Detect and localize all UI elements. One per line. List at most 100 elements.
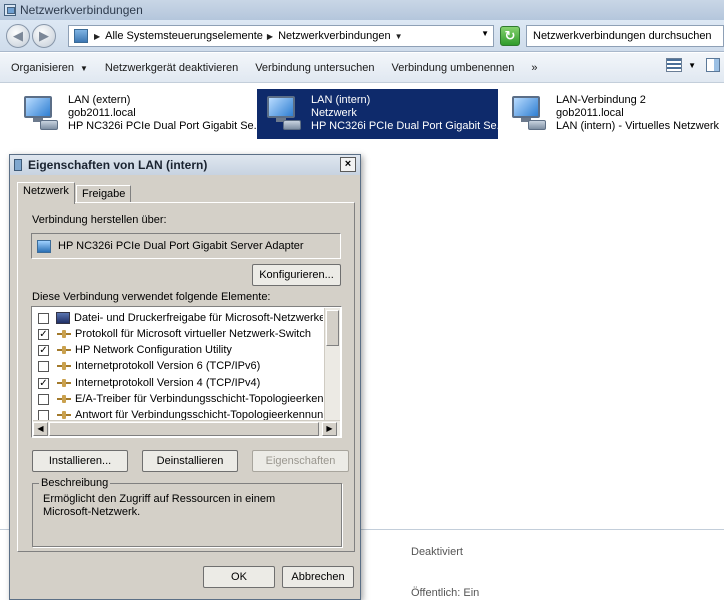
item-checkbox[interactable]: ✓ bbox=[38, 328, 49, 340]
components-list[interactable]: Datei- und Druckerfreigabe für Microsoft… bbox=[31, 306, 342, 438]
description-title: Beschreibung bbox=[39, 477, 111, 489]
connection-item-lan-intern[interactable]: LAN (intern) Netzwerk HP NC326i PCIe Dua… bbox=[257, 89, 506, 139]
scroll-left-icon[interactable]: ◀ bbox=[33, 422, 48, 436]
more-commands-button[interactable]: » bbox=[531, 62, 537, 74]
uninstall-button[interactable]: Deinstallieren bbox=[142, 450, 238, 472]
breadcrumb-arrow-icon[interactable]: ▶ bbox=[94, 32, 100, 41]
protocol-icon bbox=[56, 329, 72, 339]
item-checkbox[interactable] bbox=[38, 360, 49, 372]
refresh-button[interactable]: ↻ bbox=[500, 26, 520, 46]
network-adapter-icon bbox=[37, 239, 51, 253]
list-item[interactable]: Datei- und Druckerfreigabe für Microsoft… bbox=[38, 310, 323, 326]
properties-button[interactable]: Eigenschaften bbox=[252, 450, 349, 472]
organize-label: Organisieren bbox=[11, 61, 74, 74]
item-label: Protokoll für Microsoft virtueller Netzw… bbox=[75, 328, 311, 340]
item-checkbox[interactable] bbox=[38, 312, 49, 324]
adapter-field: HP NC326i PCIe Dual Port Gigabit Server … bbox=[31, 233, 341, 259]
connection-network: Netzwerk bbox=[311, 107, 357, 119]
network-tab-panel: Verbindung herstellen über: HP NC326i PC… bbox=[17, 202, 355, 552]
vertical-scrollbar[interactable] bbox=[324, 308, 340, 420]
list-item[interactable]: ✓ Internetprotokoll Version 4 (TCP/IPv4) bbox=[38, 375, 260, 391]
network-adapter-icon bbox=[18, 94, 62, 134]
item-label: E/A-Treiber für Verbindungsschicht-Topol… bbox=[75, 393, 323, 405]
item-label: HP Network Configuration Utility bbox=[75, 344, 232, 356]
address-bar: ◀ ▶ ▶ Alle Systemsteuerungselemente ▶ Ne… bbox=[0, 20, 724, 52]
details-visibility: Öffentlich: Ein bbox=[411, 587, 480, 599]
list-item[interactable]: E/A-Treiber für Verbindungsschicht-Topol… bbox=[38, 391, 323, 407]
item-checkbox[interactable]: ✓ bbox=[38, 344, 49, 356]
protocol-icon bbox=[56, 394, 72, 404]
tab-network[interactable]: Netzwerk bbox=[17, 182, 75, 204]
list-item[interactable]: Antwort für Verbindungsschicht-Topologie… bbox=[38, 407, 323, 420]
description-text: Ermöglicht den Zugriff auf Ressourcen in… bbox=[43, 493, 276, 518]
tab-sharing[interactable]: Freigabe bbox=[76, 185, 132, 203]
item-label: Antwort für Verbindungsschicht-Topologie… bbox=[75, 409, 323, 420]
connection-name: LAN (intern) bbox=[311, 94, 371, 106]
dialog-titlebar[interactable]: Eigenschaften von LAN (intern) × bbox=[10, 155, 360, 175]
search-input[interactable]: Netzwerkverbindungen durchsuchen bbox=[526, 25, 724, 47]
protocol-icon bbox=[56, 378, 72, 388]
connect-using-label: Verbindung herstellen über: bbox=[32, 214, 167, 226]
scroll-thumb[interactable] bbox=[49, 422, 319, 436]
control-panel-icon bbox=[74, 29, 88, 43]
item-label: Internetprotokoll Version 4 (TCP/IPv4) bbox=[75, 377, 261, 389]
network-properties-icon bbox=[14, 159, 22, 171]
organize-menu[interactable]: Organisieren ▼ bbox=[11, 62, 88, 74]
network-adapter-icon bbox=[261, 94, 305, 134]
connection-device: HP NC326i PCIe Dual Port Gigabit Se... bbox=[68, 120, 263, 132]
scroll-thumb[interactable] bbox=[326, 310, 339, 346]
item-checkbox[interactable]: ✓ bbox=[38, 377, 49, 389]
view-options-dropdown-icon[interactable]: ▼ bbox=[688, 61, 696, 70]
share-icon bbox=[56, 312, 70, 324]
item-checkbox[interactable] bbox=[38, 409, 49, 420]
protocol-icon bbox=[56, 345, 72, 355]
address-field[interactable]: ▶ Alle Systemsteuerungselemente ▶ Netzwe… bbox=[68, 25, 494, 47]
diagnose-connection-button[interactable]: Verbindung untersuchen bbox=[255, 62, 374, 74]
breadcrumb-control-panel[interactable]: Alle Systemsteuerungselemente bbox=[105, 30, 263, 42]
list-item[interactable]: ✓ Protokoll für Microsoft virtueller Net… bbox=[38, 326, 311, 342]
network-folder-icon bbox=[4, 4, 16, 16]
list-item[interactable]: Internetprotokoll Version 6 (TCP/IPv6) bbox=[38, 358, 260, 374]
breadcrumb-network-connections[interactable]: Netzwerkverbindungen bbox=[278, 30, 391, 42]
item-label: Datei- und Druckerfreigabe für Microsoft… bbox=[74, 312, 323, 324]
forward-button[interactable]: ▶ bbox=[32, 24, 56, 48]
connection-item-lan-extern[interactable]: LAN (extern) gob2011.local HP NC326i PCI… bbox=[14, 89, 263, 139]
install-button[interactable]: Installieren... bbox=[32, 450, 128, 472]
disable-device-button[interactable]: Netzwerkgerät deaktivieren bbox=[105, 62, 238, 74]
connection-device: LAN (intern) - Virtuelles Netzwerk bbox=[556, 120, 720, 132]
horizontal-scrollbar[interactable]: ◀ ▶ bbox=[33, 420, 340, 436]
details-status: Deaktiviert bbox=[411, 546, 463, 558]
window-titlebar: Netzwerkverbindungen bbox=[0, 0, 724, 20]
command-bar: Organisieren ▼ Netzwerkgerät deaktivieren… bbox=[0, 53, 724, 83]
scroll-right-icon[interactable]: ▶ bbox=[322, 422, 337, 436]
elements-label: Diese Verbindung verwendet folgende Elem… bbox=[32, 291, 271, 303]
adapter-name: HP NC326i PCIe Dual Port Gigabit Server … bbox=[58, 240, 304, 252]
list-item[interactable]: ✓ HP Network Configuration Utility bbox=[38, 342, 232, 358]
close-button[interactable]: × bbox=[340, 157, 356, 172]
connection-item-lan-2[interactable]: LAN-Verbindung 2 gob2011.local LAN (inte… bbox=[502, 89, 724, 139]
preview-pane-icon[interactable] bbox=[706, 58, 720, 72]
configure-button[interactable]: Konfigurieren... bbox=[252, 264, 341, 286]
back-button[interactable]: ◀ bbox=[6, 24, 30, 48]
window-title: Netzwerkverbindungen bbox=[20, 3, 143, 17]
item-checkbox[interactable] bbox=[38, 393, 49, 405]
network-adapter-icon bbox=[506, 94, 550, 134]
item-label: Internetprotokoll Version 6 (TCP/IPv6) bbox=[75, 360, 261, 372]
connection-name: LAN-Verbindung 2 bbox=[556, 94, 646, 106]
chevron-down-icon: ▼ bbox=[79, 63, 88, 73]
dialog-title: Eigenschaften von LAN (intern) bbox=[28, 158, 208, 172]
description-group: Beschreibung Ermöglicht den Zugriff auf … bbox=[32, 477, 342, 547]
connection-network: gob2011.local bbox=[68, 107, 136, 119]
address-history-dropdown-icon[interactable]: ▼ bbox=[481, 29, 489, 38]
connection-name: LAN (extern) bbox=[68, 94, 131, 106]
breadcrumb-dropdown-icon[interactable]: ▼ bbox=[395, 32, 403, 41]
connection-device: HP NC326i PCIe Dual Port Gigabit Se... bbox=[311, 120, 506, 132]
change-view-icon[interactable] bbox=[666, 58, 683, 72]
properties-dialog: Eigenschaften von LAN (intern) × Netzwer… bbox=[9, 154, 361, 600]
breadcrumb-arrow-icon[interactable]: ▶ bbox=[267, 32, 273, 41]
protocol-icon bbox=[56, 361, 72, 371]
cancel-button[interactable]: Abbrechen bbox=[282, 566, 354, 588]
ok-button[interactable]: OK bbox=[203, 566, 275, 588]
connection-network: gob2011.local bbox=[556, 107, 624, 119]
rename-connection-button[interactable]: Verbindung umbenennen bbox=[391, 62, 514, 74]
